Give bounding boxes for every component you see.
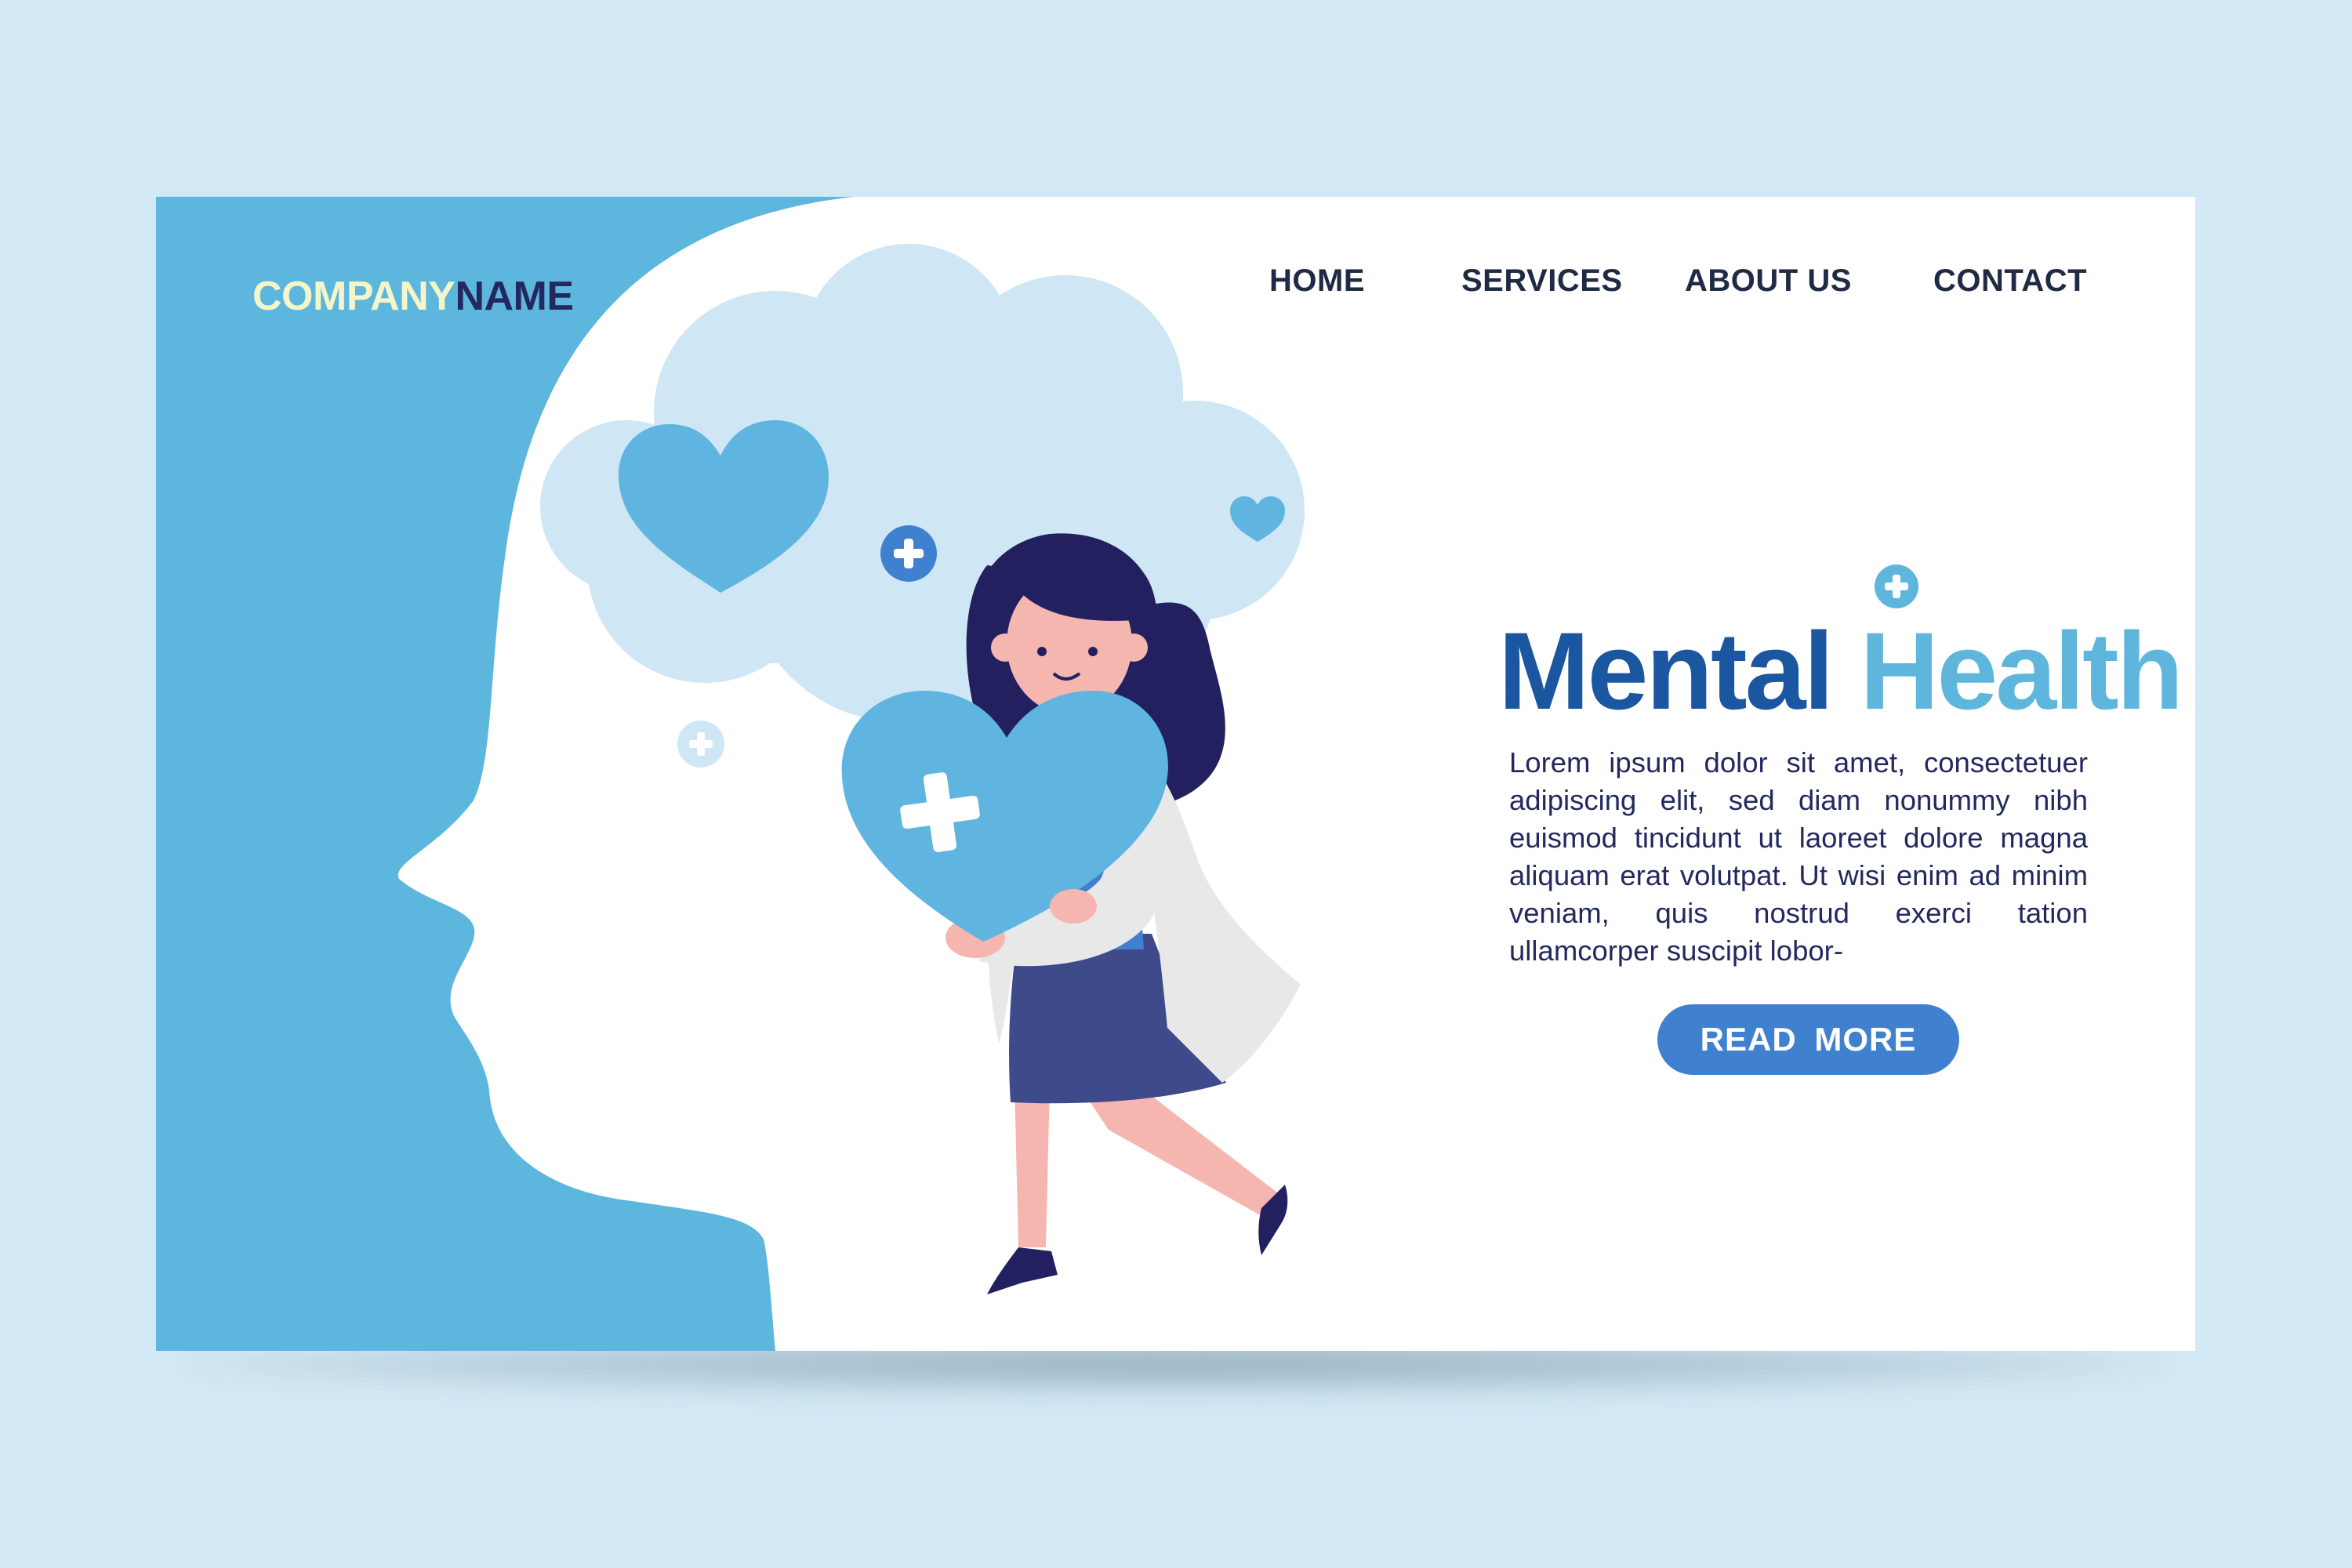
hero-body-text: Lorem ipsum dolor sit amet, consectetuer… [1509, 746, 2088, 967]
hero-title-word2: Health [1860, 609, 2183, 732]
main-nav: HOME SERVICES ABOUT US CONTACT [1269, 263, 2195, 310]
plus-icon [880, 525, 937, 582]
hero-title: Mental Health [1498, 616, 2183, 726]
logo-name: NAME [455, 274, 574, 319]
nav-services[interactable]: SERVICES [1461, 263, 1623, 299]
plus-icon-right [1875, 564, 1918, 608]
read-more-button[interactable]: READ MORE [1657, 1004, 1959, 1075]
nav-about-us[interactable]: ABOUT US [1685, 263, 1852, 299]
company-logo[interactable]: COMPANYNAME [252, 273, 574, 320]
hero-title-word1: Mental [1498, 609, 1834, 732]
plus-icon-faint [677, 720, 724, 768]
landing-page: COMPANYNAME HOME SERVICES ABOUT US CONTA… [156, 197, 2195, 1351]
nav-home[interactable]: HOME [1269, 263, 1365, 299]
logo-company: COMPANY [252, 274, 456, 319]
nav-contact[interactable]: CONTACT [1933, 263, 2087, 299]
